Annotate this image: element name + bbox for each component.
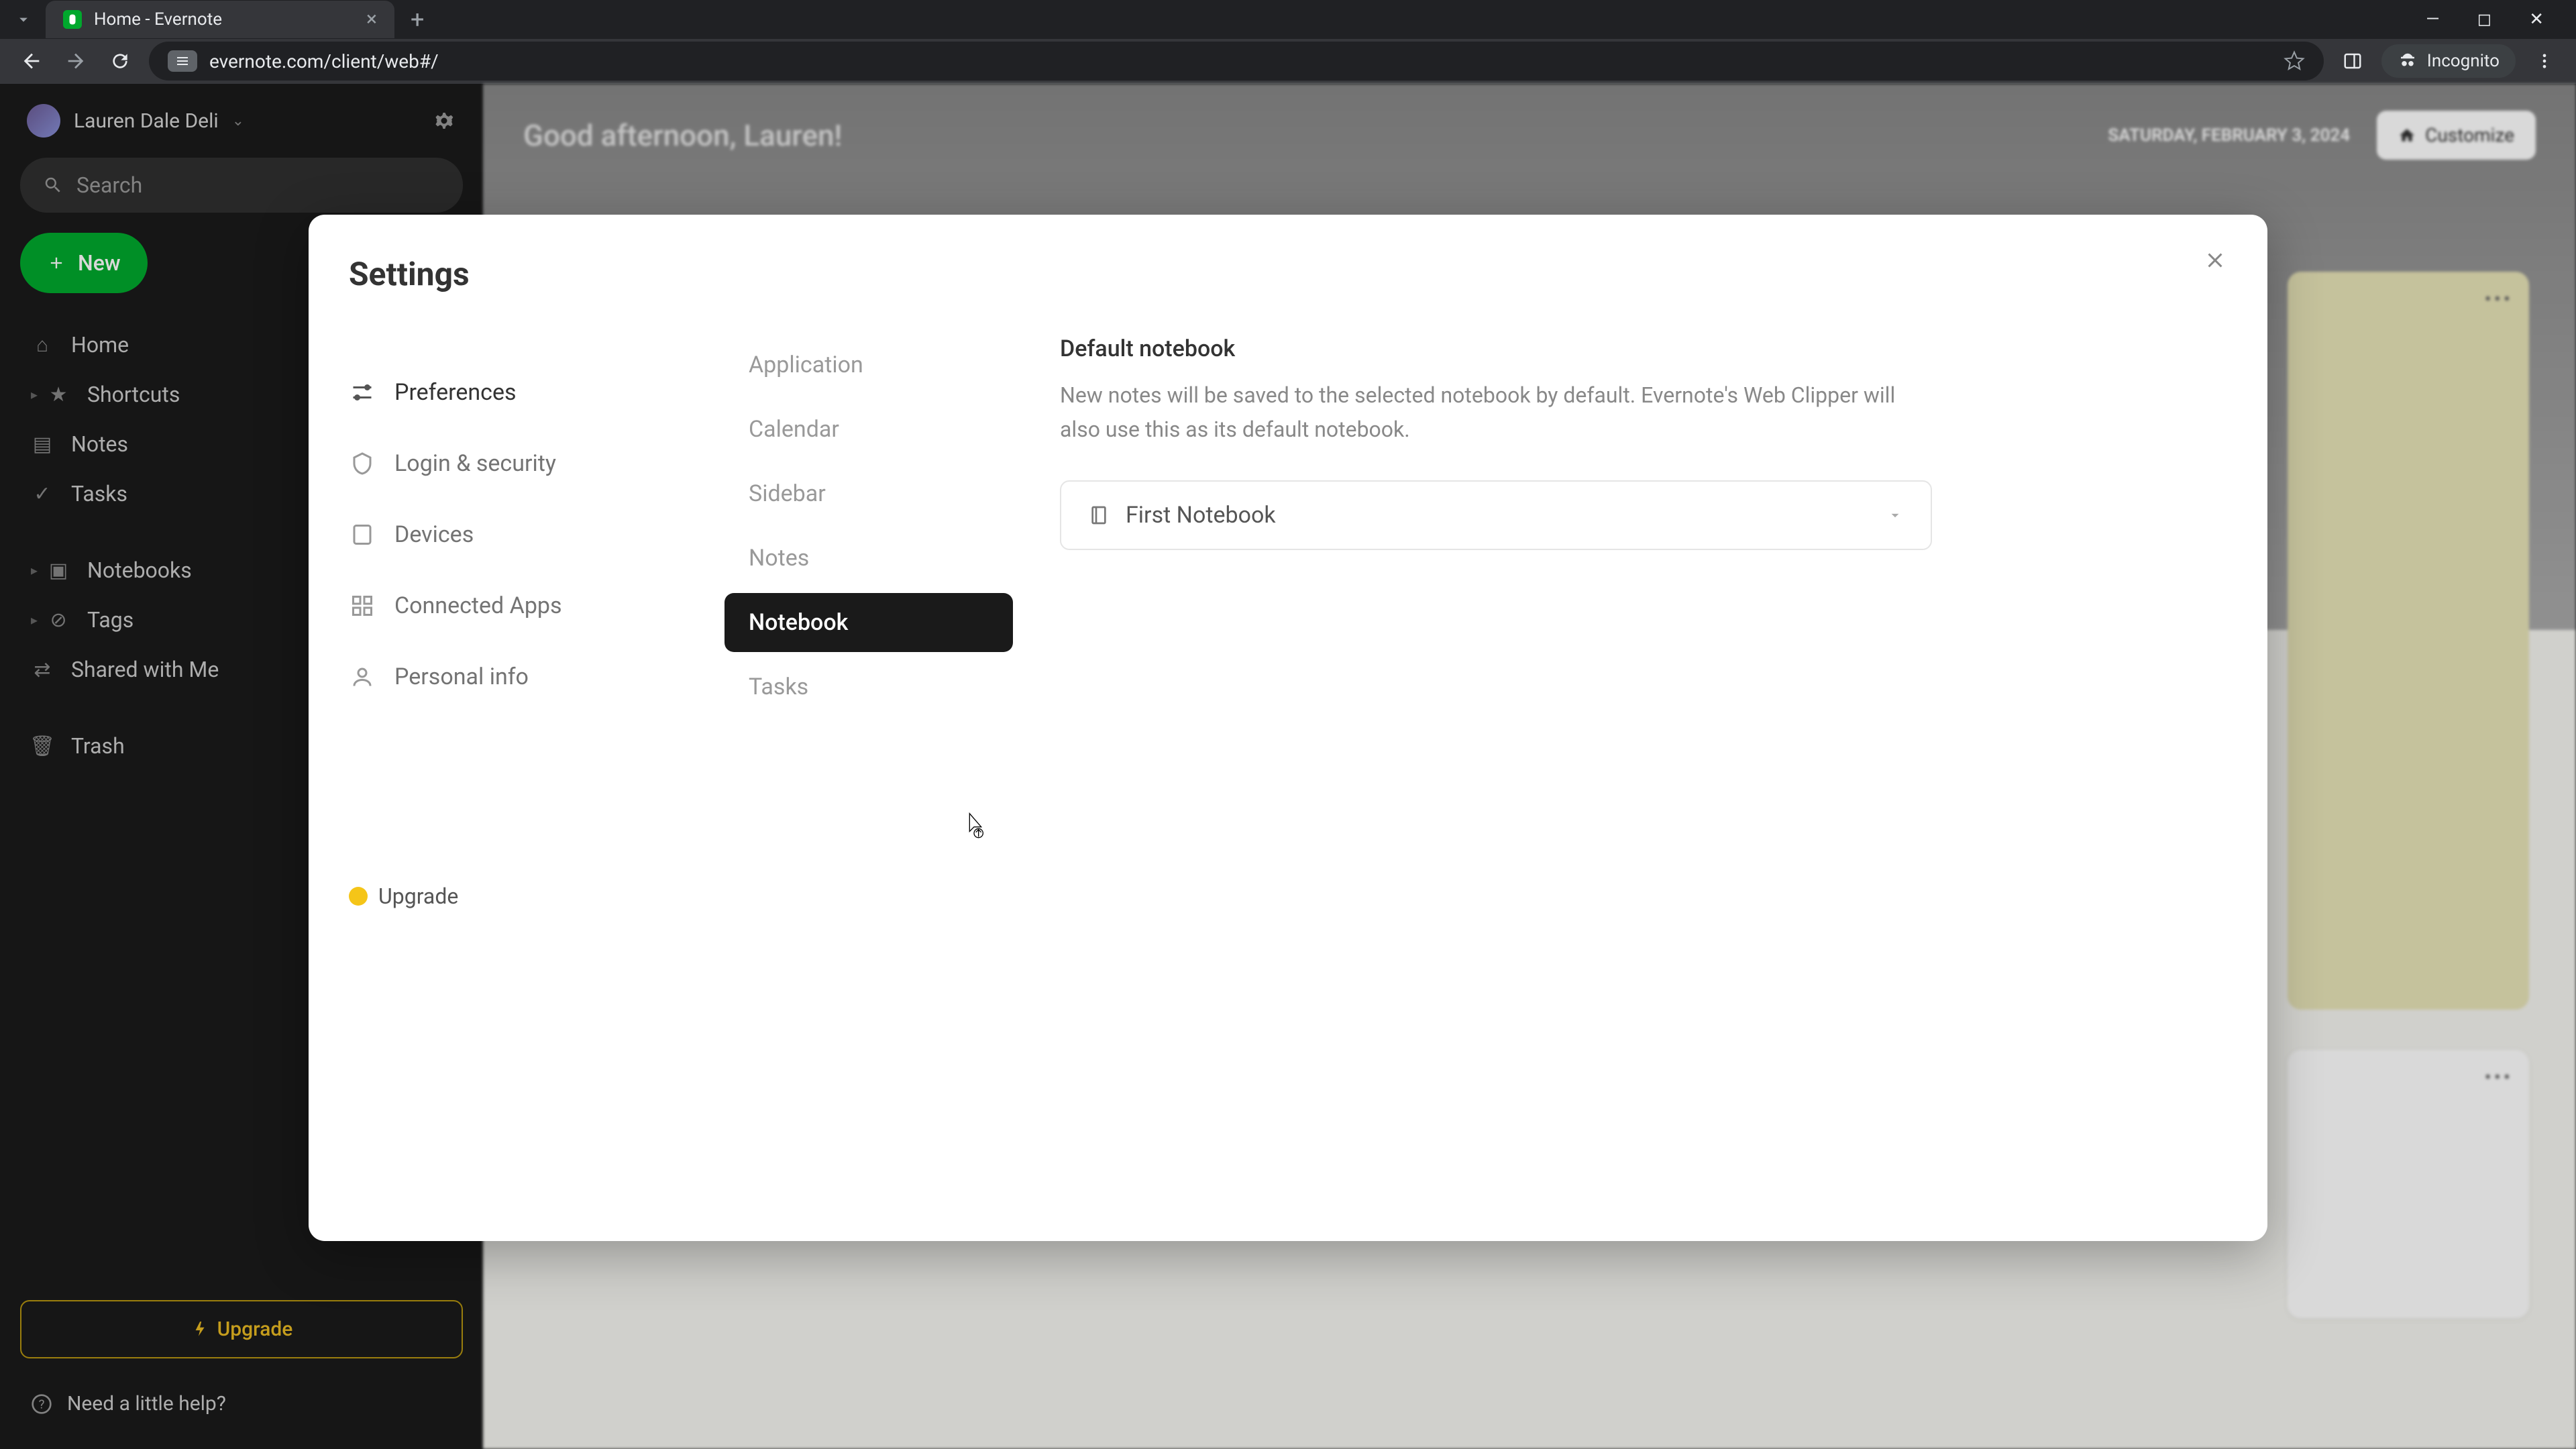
subitem-tasks[interactable]: Tasks [724, 657, 1013, 716]
address-bar-row: evernote.com/client/web#/ Incognito [0, 39, 2576, 84]
app-container: Lauren Dale Deli ⌄ Search New ⌂ Home ▸ ★… [0, 84, 2576, 1449]
reload-button[interactable] [105, 46, 136, 76]
bookmark-star-icon[interactable] [2284, 50, 2305, 72]
tab-title: Home - Evernote [94, 9, 354, 30]
category-login-security[interactable]: Login & security [335, 431, 684, 496]
close-window-button[interactable]: ✕ [2524, 4, 2549, 35]
settings-subitems-column: Application Calendar Sidebar Notes Noteb… [711, 215, 1026, 1241]
browser-menu-icon[interactable] [2529, 46, 2560, 76]
upgrade-dot-icon [349, 887, 368, 906]
section-description: New notes will be saved to the selected … [1060, 378, 1919, 447]
settings-title: Settings [335, 255, 684, 293]
category-connected-apps[interactable]: Connected Apps [335, 574, 684, 638]
back-button[interactable] [16, 46, 47, 76]
subitem-notes[interactable]: Notes [724, 529, 1013, 588]
category-preferences[interactable]: Preferences [335, 360, 684, 425]
side-panel-icon[interactable] [2337, 46, 2368, 76]
url-text: evernote.com/client/web#/ [209, 50, 439, 72]
subitem-notebook[interactable]: Notebook [724, 593, 1013, 652]
incognito-label: Incognito [2427, 51, 2500, 71]
subitem-sidebar[interactable]: Sidebar [724, 464, 1013, 523]
site-info-icon[interactable] [168, 50, 197, 72]
selected-notebook-name: First Notebook [1126, 502, 1870, 529]
close-button[interactable] [2203, 248, 2227, 272]
grid-icon [349, 594, 376, 618]
person-icon [349, 665, 376, 689]
extensions-area: Incognito [2337, 44, 2560, 78]
maximize-button[interactable]: ◻ [2472, 4, 2498, 35]
devices-icon [349, 523, 376, 547]
shield-icon [349, 451, 376, 476]
forward-button[interactable] [60, 46, 91, 76]
new-tab-button[interactable]: + [400, 5, 435, 34]
evernote-favicon-icon [63, 10, 82, 29]
sliders-icon [349, 380, 376, 405]
upgrade-link[interactable]: Upgrade [335, 870, 684, 922]
window-controls: — ◻ ✕ [2420, 4, 2569, 35]
browser-tab[interactable]: Home - Evernote × [46, 1, 394, 38]
tab-search-dropdown[interactable] [7, 3, 40, 36]
url-bar[interactable]: evernote.com/client/web#/ [149, 42, 2324, 80]
category-devices[interactable]: Devices [335, 502, 684, 567]
category-list: Preferences Login & security Devices [335, 360, 684, 709]
subitem-list: Application Calendar Sidebar Notes Noteb… [724, 335, 1013, 716]
category-personal-info[interactable]: Personal info [335, 645, 684, 709]
subitem-application[interactable]: Application [724, 335, 1013, 394]
settings-categories-column: Settings Preferences Login & security [309, 215, 711, 1241]
settings-modal: Settings Preferences Login & security [309, 215, 2267, 1241]
modal-overlay[interactable]: Settings Preferences Login & security [0, 84, 2576, 1449]
subitem-calendar[interactable]: Calendar [724, 400, 1013, 459]
close-icon [2203, 248, 2227, 272]
browser-chrome: Home - Evernote × + — ◻ ✕ evernote.com/c… [0, 0, 2576, 84]
settings-detail-pane: Default notebook New notes will be saved… [1026, 215, 2267, 1241]
notebook-icon [1088, 504, 1110, 526]
section-title: Default notebook [1060, 335, 2214, 362]
tab-close-icon[interactable]: × [366, 7, 377, 31]
default-notebook-dropdown[interactable]: First Notebook [1060, 480, 1932, 550]
chevron-down-icon [1886, 506, 1904, 524]
minimize-button[interactable]: — [2420, 4, 2445, 35]
incognito-badge[interactable]: Incognito [2381, 44, 2516, 78]
upgrade-label: Upgrade [378, 883, 458, 909]
tab-bar: Home - Evernote × + — ◻ ✕ [0, 0, 2576, 39]
